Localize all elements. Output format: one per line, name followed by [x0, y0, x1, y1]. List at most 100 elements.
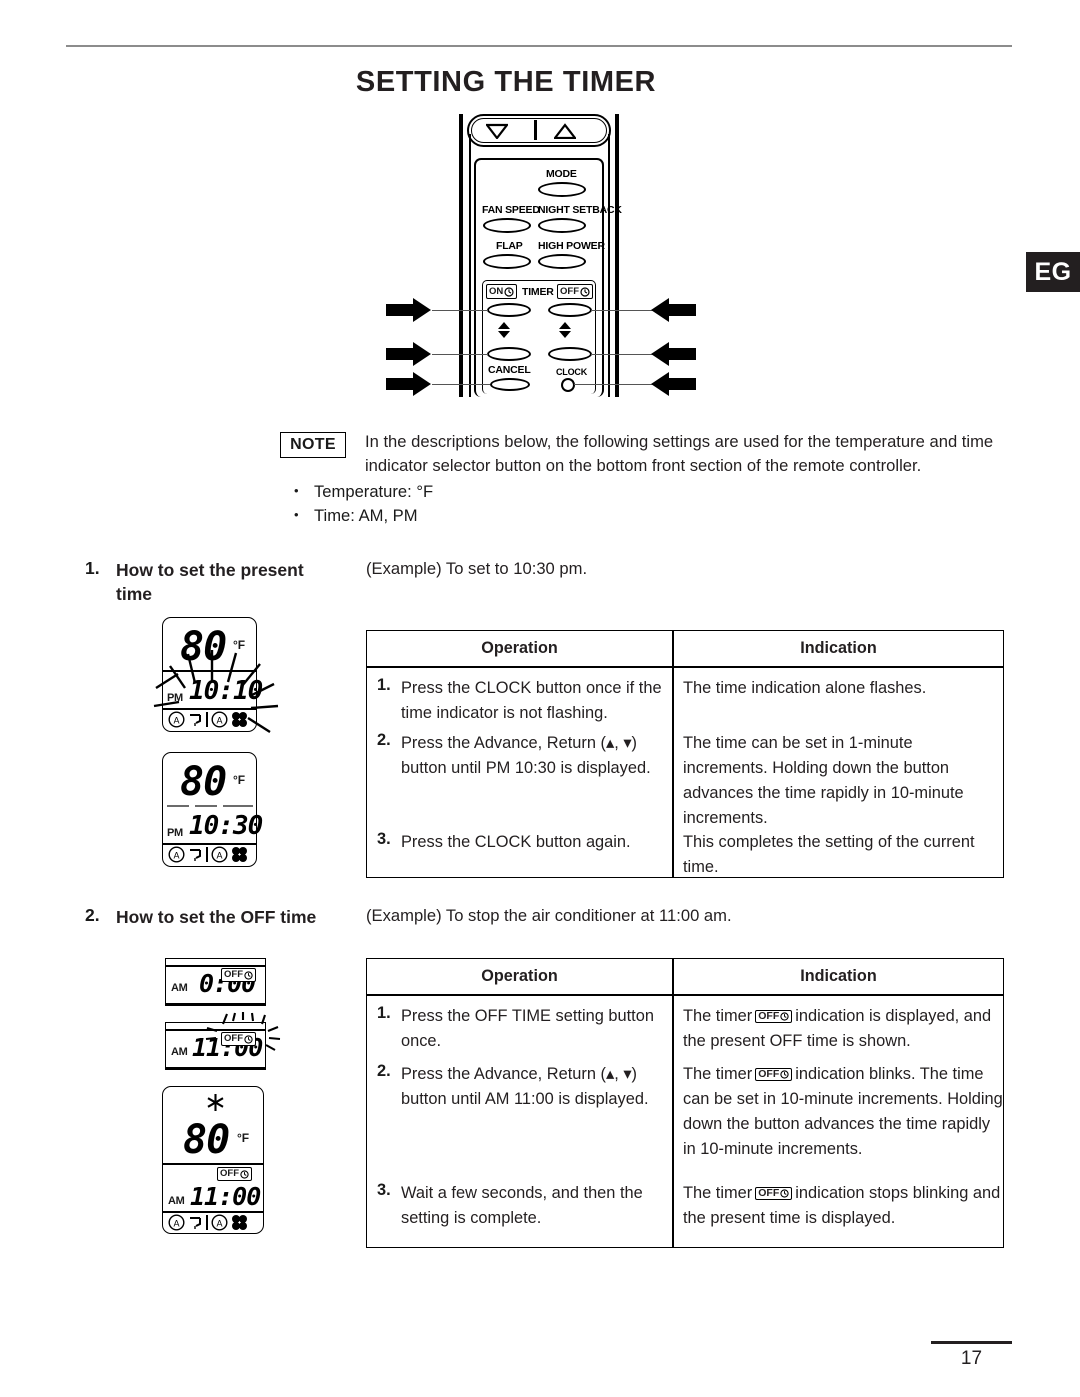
flap-button[interactable] — [483, 254, 531, 269]
remote-inner-edge-right — [608, 134, 610, 397]
section-2-heading: How to set the OFF time — [116, 907, 317, 927]
off-advance-button[interactable] — [548, 347, 592, 361]
indication-text-pre: The timer — [683, 1007, 753, 1025]
power-bar-icon — [534, 120, 537, 140]
lcd-divider-dash — [195, 805, 217, 807]
remote-inner-edge-left — [469, 134, 471, 397]
indication-text-pre: The timer — [683, 1184, 753, 1202]
table-header-divider — [367, 994, 1003, 996]
timer-on-tag: ON — [486, 284, 518, 299]
svg-text:A: A — [173, 850, 179, 860]
label-mode: MODE — [546, 168, 577, 180]
table-header-indication: Indication — [800, 967, 877, 985]
note-block: NOTE In the descriptions below, the foll… — [280, 430, 1010, 528]
table-cell-operation: Wait a few seconds, and then the setting… — [401, 1184, 643, 1227]
triangle-down-icon — [498, 331, 510, 338]
timer-off-label: OFF — [758, 1068, 780, 1080]
label-timer: TIMER — [522, 286, 554, 298]
blinking-rays-icon — [205, 1012, 281, 1051]
lcd-status-icons: A A — [168, 1214, 248, 1231]
lcd-divider — [163, 1163, 263, 1165]
svg-text:A: A — [216, 850, 222, 860]
timer-off-tag: OFF — [557, 284, 593, 299]
section-2-example: (Example) To stop the air conditioner at… — [366, 906, 732, 925]
table-section-2: Operation Indication 1. Press the OFF TI… — [366, 958, 1004, 1248]
svg-text:A: A — [173, 1218, 179, 1228]
triangle-up-icon[interactable] — [554, 123, 576, 139]
lcd-divider — [166, 965, 265, 967]
page-title: SETTING THE TIMER — [355, 66, 657, 98]
fan-speed-button[interactable] — [483, 218, 531, 233]
night-setback-button[interactable] — [538, 218, 586, 233]
table-header-operation: Operation — [481, 967, 558, 985]
table-cell-indication: The timer OFF indication blinks. The time … — [683, 1062, 1003, 1162]
lcd-status-icons: A A — [168, 846, 248, 863]
table-header-divider — [367, 666, 1003, 668]
triangle-up-icon — [498, 322, 510, 329]
timer-off-label: OFF — [220, 1168, 239, 1180]
arrow-left-icon — [650, 297, 696, 323]
table-row-number: 1. — [377, 676, 391, 694]
table-cell-operation: Press the CLOCK button once if the time … — [401, 679, 662, 722]
lcd-time: 10:30 — [189, 811, 263, 841]
arrow-left-icon — [650, 341, 696, 367]
timer-off-label: OFF — [758, 1010, 780, 1022]
clock-face-icon — [780, 1070, 789, 1079]
snowflake-icon — [207, 1094, 224, 1111]
note-body: In the descriptions below, the following… — [365, 432, 994, 475]
flashing-rays-icon — [153, 650, 279, 734]
arrow-right-icon — [386, 297, 432, 323]
auto-icon: A — [210, 846, 228, 863]
on-timer-button[interactable] — [487, 303, 531, 317]
table-cell-operation: Press the Advance, Return (▴, ▾) button … — [401, 1065, 649, 1108]
timer-on-label: ON — [489, 285, 504, 297]
fan-icon — [231, 1215, 247, 1230]
lcd-present-time-set: 80 °F PM 10:30 A A — [162, 752, 263, 867]
lcd-divider — [166, 1003, 265, 1005]
flap-icon — [190, 849, 201, 861]
page-number: 17 — [960, 1348, 983, 1369]
label-cancel: CANCEL — [488, 364, 531, 376]
table-cell-indication: The time indication alone flashes. — [683, 679, 927, 697]
timer-off-badge: OFF — [217, 1167, 252, 1181]
lcd-ampm: PM — [167, 827, 183, 839]
cancel-button[interactable] — [490, 378, 530, 391]
triangle-up-icon — [559, 322, 571, 329]
high-power-button[interactable] — [538, 254, 586, 269]
timer-off-label: OFF — [758, 1187, 780, 1199]
section-1-example: (Example) To set to 10:30 pm. — [366, 559, 588, 578]
table-header-indication: Indication — [800, 639, 877, 657]
label-flap: FLAP — [496, 240, 523, 252]
table-cell-indication: The timer OFF indication is displayed, and… — [683, 1004, 1001, 1054]
leader-line — [432, 310, 488, 312]
mode-button[interactable] — [538, 182, 586, 197]
table-row-number: 3. — [377, 830, 391, 848]
svg-text:A: A — [216, 1218, 222, 1228]
timer-off-label: OFF — [224, 969, 243, 981]
lcd-time: 11:00 — [190, 1182, 261, 1211]
label-fan-speed: FAN SPEED — [482, 204, 540, 216]
arrow-right-icon — [386, 341, 432, 367]
table-cell-indication: The time can be set in 1-minute incremen… — [683, 734, 964, 827]
note-bullet-time: Time: AM, PM — [294, 503, 1010, 528]
auto-icon: A — [210, 1214, 228, 1231]
lcd-divider — [166, 1067, 265, 1069]
table-cell-operation: Press the OFF TIME setting button once. — [401, 1007, 654, 1050]
timer-off-badge: OFF — [755, 1010, 793, 1023]
clock-button[interactable] — [561, 378, 575, 392]
arrow-left-icon — [650, 371, 696, 397]
timer-off-label: OFF — [560, 285, 579, 297]
off-timer-button[interactable] — [548, 303, 592, 317]
triangle-down-icon[interactable] — [486, 123, 508, 139]
off-advance-return-icon — [559, 322, 571, 338]
lcd-icon-divider — [206, 1215, 208, 1230]
indication-text-pre: The timer — [683, 1065, 753, 1083]
label-clock: CLOCK — [556, 367, 587, 377]
lcd-off-time-initial: AM 0:00 OFF — [165, 958, 266, 1006]
lcd-icon-divider — [206, 847, 208, 862]
on-advance-button[interactable] — [487, 347, 531, 361]
table-cell-indication: This completes the setting of the curren… — [683, 833, 975, 876]
lcd-temperature: 80 — [180, 759, 227, 805]
remote-controller-figure: MODE FAN SPEED NIGHT SETBACK FLAP HIGH P… — [386, 112, 696, 397]
table-section-1: Operation Indication 1. Press the CLOCK … — [366, 630, 1004, 878]
